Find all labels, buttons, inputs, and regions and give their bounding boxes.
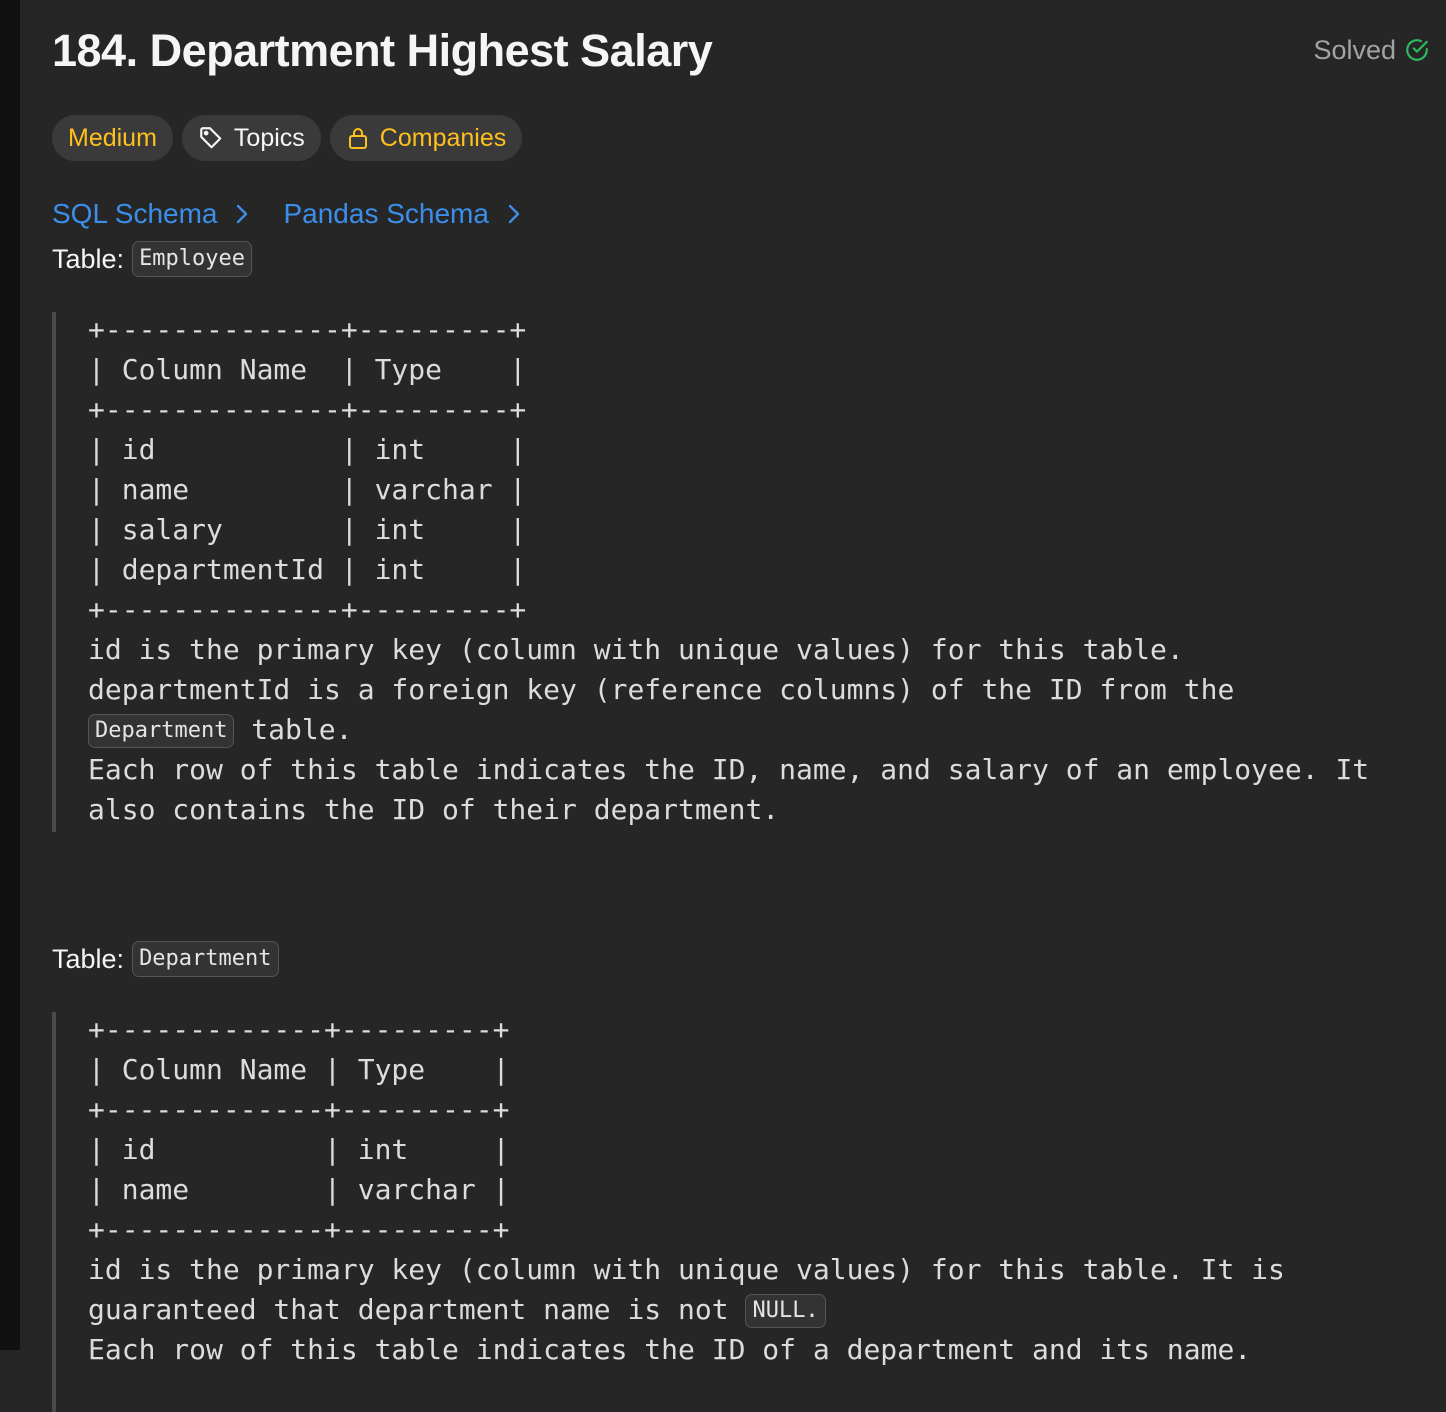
employee-fk-note: departmentId is a foreign key (reference… — [88, 673, 1252, 748]
difficulty-label: Medium — [68, 123, 157, 152]
chevron-right-icon — [508, 204, 520, 224]
tag-row: Medium Topics Companies — [52, 115, 523, 161]
employee-row-note: Each row of this table indicates the ID,… — [88, 753, 1387, 826]
topics-label: Topics — [233, 123, 305, 152]
department-table-name: Department — [132, 941, 279, 977]
sql-schema-link[interactable]: SQL Schema — [52, 198, 249, 230]
department-ref-code: Department — [88, 714, 235, 748]
problem-title: 184. Department Highest Salary — [52, 25, 713, 76]
table-label-text: Table: — [52, 943, 125, 974]
topics-button[interactable]: Topics — [181, 115, 321, 161]
null-code: NULL. — [745, 1294, 826, 1328]
tag-icon — [200, 127, 222, 149]
companies-button[interactable]: Companies — [329, 115, 523, 161]
left-rail — [0, 0, 20, 1350]
problem-description: 184. Department Highest Salary Solved Me… — [52, 0, 1432, 1412]
employee-pk-note: id is the primary key (column with uniqu… — [88, 633, 1184, 666]
employee-schema-block: +--------------+---------+ | Column Name… — [52, 312, 1388, 832]
sql-schema-label: SQL Schema — [52, 198, 218, 229]
schema-links: SQL Schema Pandas Schema — [52, 198, 521, 230]
solved-label: Solved — [1313, 34, 1396, 65]
employee-description: id is the primary key (column with uniqu… — [88, 630, 1388, 830]
difficulty-badge: Medium — [52, 115, 173, 161]
department-pk-note: id is the primary key (column with uniqu… — [88, 1253, 1302, 1328]
check-circle-icon — [1406, 39, 1428, 61]
solved-status: Solved — [1313, 34, 1430, 66]
chevron-right-icon — [237, 204, 248, 224]
department-description: id is the primary key (column with uniqu… — [88, 1250, 1388, 1370]
pandas-schema-label: Pandas Schema — [283, 198, 489, 229]
employee-schema-table: +--------------+---------+ | Column Name… — [88, 313, 527, 626]
employee-table-name: Employee — [132, 241, 253, 277]
department-schema-table: +-------------+---------+ | Column Name … — [88, 1013, 510, 1246]
employee-table-label: Table: Employee — [52, 241, 253, 277]
table-label-text: Table: — [52, 243, 125, 274]
department-schema-block: +-------------+---------+ | Column Name … — [52, 1012, 1388, 1412]
pandas-schema-link[interactable]: Pandas Schema — [283, 198, 520, 230]
department-table-label: Table: Department — [52, 941, 279, 977]
lock-icon — [348, 128, 367, 149]
companies-label: Companies — [379, 123, 507, 152]
